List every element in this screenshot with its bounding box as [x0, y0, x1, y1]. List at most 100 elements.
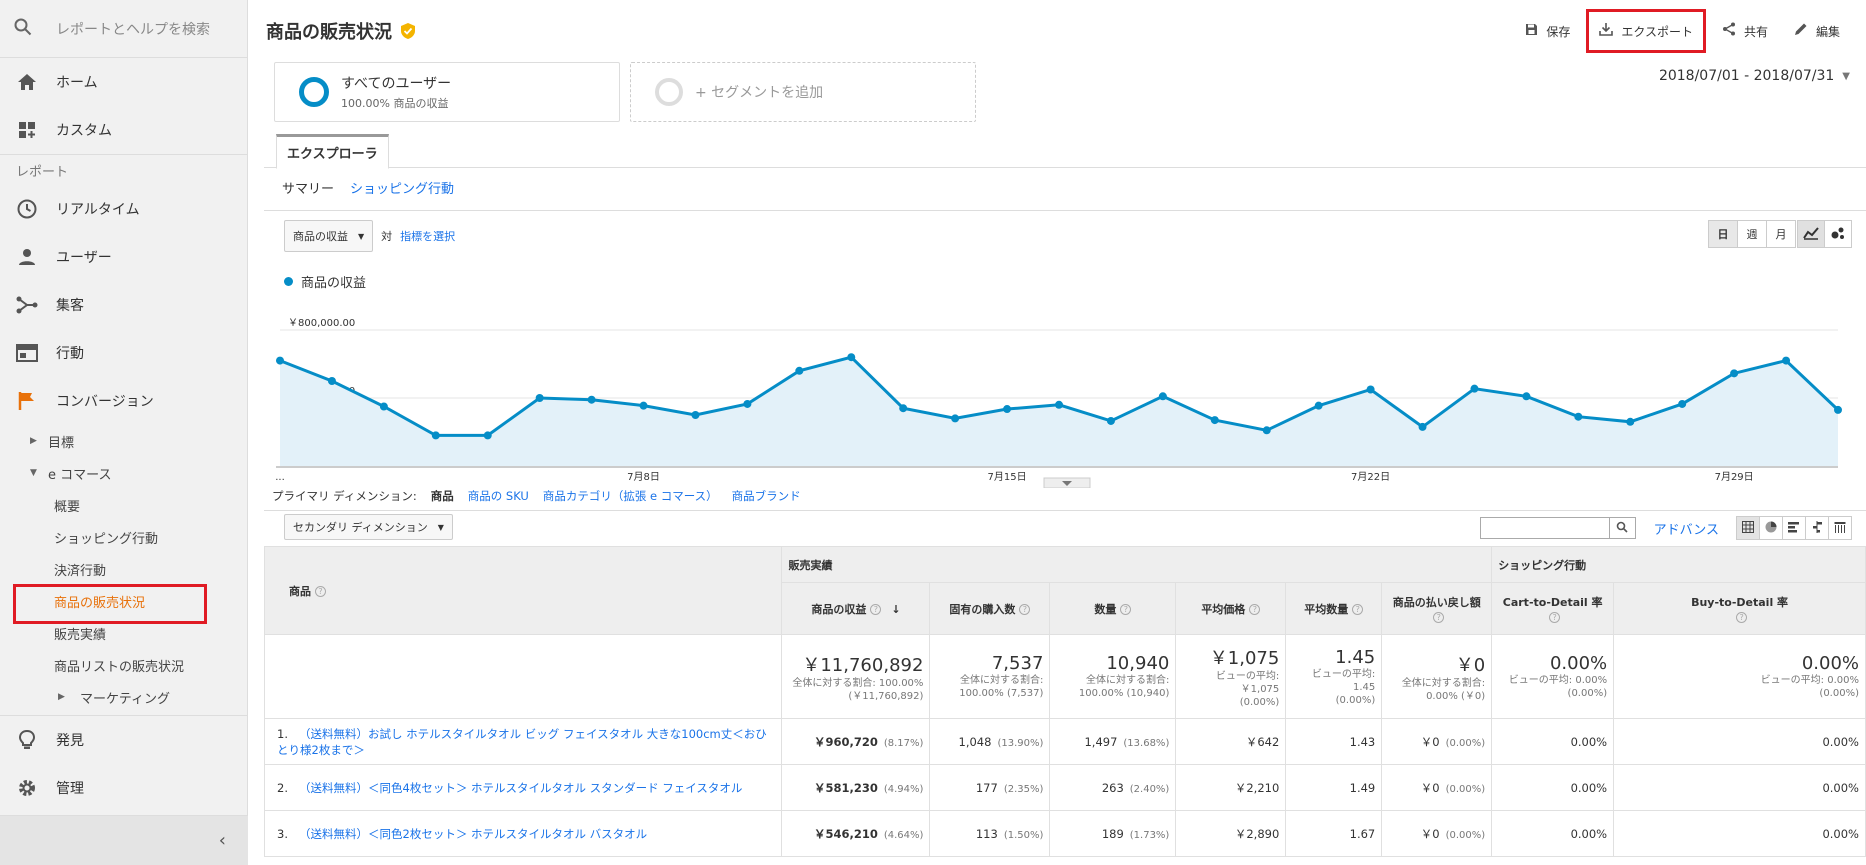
floppy-icon — [1525, 23, 1538, 40]
export-button[interactable]: エクスポート — [1586, 9, 1706, 53]
granularity-month-button[interactable]: 月 — [1766, 220, 1796, 248]
cart-detail-cell: 0.00% — [1491, 810, 1615, 857]
table-search-button[interactable] — [1608, 518, 1635, 538]
segment-all-users[interactable]: すべてのユーザー 100.00% 商品の収益 — [274, 62, 620, 122]
col-avg-price-header[interactable]: 平均価格? — [1175, 582, 1287, 635]
col-quantity-header[interactable]: 数量? — [1049, 582, 1177, 635]
row-index: 1. — [277, 726, 288, 741]
total-sub: ビューの平均: 1.45 — [1311, 668, 1376, 693]
product-link[interactable]: （送料無料）お試し ホテルスタイルタオル ビッグ フェイスタオル 大きな100c… — [277, 727, 767, 757]
legend-label: 商品の収益 — [301, 276, 367, 291]
dimension-sku[interactable]: 商品の SKU — [468, 488, 529, 504]
col-product-header[interactable]: 商品? — [263, 546, 783, 635]
table-search-input[interactable] — [1479, 517, 1636, 539]
sidebar-item-sales-performance[interactable]: 販売実績 — [0, 617, 247, 649]
sidebar-item-marketing[interactable]: ▶ マーケティング — [0, 681, 247, 713]
date-range-picker[interactable]: 2018/07/01 - 2018/07/31 ▼ — [1659, 68, 1850, 84]
subtab-summary[interactable]: サマリー — [282, 178, 334, 197]
metric-controls: 商品の収益 ▼ 対 指標を選択 — [284, 220, 455, 252]
total-sub: (0.00%) — [1335, 694, 1376, 706]
pie-icon — [1765, 521, 1777, 536]
verified-shield-icon — [400, 22, 416, 40]
view-data-button[interactable] — [1736, 516, 1760, 540]
data-point — [483, 431, 492, 440]
revenue-pct: (4.64%) — [883, 829, 924, 841]
view-pivot-button[interactable] — [1828, 516, 1852, 540]
purchases-value: 1,048 — [958, 734, 992, 749]
sidebar-item-home[interactable]: ホーム — [0, 58, 247, 106]
select-metric-link[interactable]: 指標を選択 — [400, 228, 455, 244]
avg-qty-cell: 1.49 — [1285, 764, 1383, 811]
row-index: 2. — [277, 780, 288, 795]
dimension-category[interactable]: 商品カテゴリ（拡張 e コマース） — [543, 488, 718, 504]
dimension-product[interactable]: 商品 — [431, 488, 454, 504]
col-purchases-header[interactable]: 固有の購入数? — [929, 582, 1051, 635]
product-link[interactable]: （送料無料）＜同色2枚セット＞ ホテルスタイルタオル バスタオル — [299, 827, 647, 841]
motion-chart-button[interactable] — [1824, 220, 1852, 248]
data-point — [1574, 412, 1583, 421]
quantity-cell: 1,497 (13.68%) — [1049, 718, 1177, 765]
purchases-cell: 113 (1.50%) — [929, 810, 1051, 857]
col-cart-detail-header[interactable]: Cart-to-Detail 率? — [1491, 582, 1615, 635]
granularity-day-button[interactable]: 日 — [1708, 220, 1738, 248]
col-refund-header[interactable]: 商品の払い戻し額? — [1381, 582, 1493, 635]
sidebar-search[interactable]: レポートとヘルプを検索 — [0, 0, 247, 58]
sidebar-item-realtime[interactable]: リアルタイム — [0, 185, 247, 233]
sidebar-item-ecommerce[interactable]: ▼ e コマース — [0, 457, 247, 489]
col-label: 商品の収益 — [811, 602, 867, 616]
totals-row: ￥11,760,892 全体に対する割合: 100.00% (￥11,760,892… — [263, 634, 1866, 719]
line-chart-button[interactable] — [1797, 220, 1825, 248]
col-revenue-header[interactable]: 商品の収益? ↓ — [781, 582, 931, 635]
gear-icon — [14, 777, 40, 799]
edit-button[interactable]: 編集 — [1784, 9, 1850, 53]
collapse-sidebar-button[interactable]: ‹ — [0, 815, 248, 865]
purchases-pct: (1.50%) — [1003, 829, 1044, 841]
product-link[interactable]: （送料無料）＜同色4枚セット＞ ホテルスタイルタオル スタンダード フェイスタオ… — [299, 781, 742, 795]
data-point — [899, 404, 908, 413]
share-button[interactable]: 共有 — [1712, 9, 1778, 53]
group-sales-header: 販売実績 — [781, 546, 1493, 583]
total-sub: 100.00% (7,537) — [959, 688, 1044, 699]
save-button[interactable]: 保存 — [1515, 9, 1580, 53]
granularity-week-button[interactable]: 週 — [1737, 220, 1767, 248]
col-avg-qty-header[interactable]: 平均数量? — [1285, 582, 1383, 635]
export-label: エクスポート — [1621, 24, 1693, 39]
sidebar-item-acquisition[interactable]: 集客 — [0, 281, 247, 329]
tab-explorer[interactable]: エクスプローラ — [276, 134, 389, 169]
add-segment-label: + セグメントを追加 — [695, 85, 824, 101]
help-icon: ? — [1019, 604, 1031, 615]
save-label: 保存 — [1546, 24, 1571, 39]
view-comparison-button[interactable] — [1805, 516, 1829, 540]
sidebar-item-admin[interactable]: 管理 — [0, 764, 247, 812]
view-percentage-button[interactable] — [1759, 516, 1783, 540]
lightbulb-icon — [14, 729, 40, 751]
avg-qty-cell: 1.67 — [1285, 810, 1383, 857]
secondary-dimension-dropdown[interactable]: セカンダリ ディメンション ▼ — [284, 514, 453, 540]
sidebar-item-shopping-behavior[interactable]: ショッピング行動 — [0, 521, 247, 553]
sidebar-item-product-list-performance[interactable]: 商品リストの販売状況 — [0, 649, 247, 681]
sidebar-item-users[interactable]: ユーザー — [0, 233, 247, 281]
sidebar-item-checkout-behavior[interactable]: 決済行動 — [0, 553, 247, 585]
sidebar-item-discover[interactable]: 発見 — [0, 716, 247, 764]
sidebar-item-behavior[interactable]: 行動 — [0, 329, 247, 377]
totals-cell: 1.45 ビューの平均: 1.45 (0.00%) — [1285, 634, 1383, 719]
revenue-value: ￥581,230 — [813, 780, 878, 795]
buy-detail-cell: 0.00% — [1613, 764, 1866, 811]
help-icon: ? — [1249, 604, 1261, 615]
table-row: 2. （送料無料）＜同色4枚セット＞ ホテルスタイルタオル スタンダード フェイス… — [263, 764, 1866, 811]
advanced-filter-link[interactable]: アドバンス — [1654, 519, 1719, 538]
subtab-shopping-behavior[interactable]: ショッピング行動 — [350, 178, 454, 197]
totals-label-cell — [263, 634, 783, 719]
dimension-brand[interactable]: 商品ブランド — [732, 488, 801, 504]
add-segment-button[interactable]: + セグメントを追加 — [630, 62, 976, 122]
quantity-value: 263 — [1101, 780, 1124, 795]
col-buy-detail-header[interactable]: Buy-to-Detail 率? — [1613, 582, 1866, 635]
sidebar-item-product-performance[interactable]: 商品の販売状況 — [0, 585, 247, 617]
sidebar-item-custom[interactable]: カスタム — [0, 106, 247, 154]
view-performance-button[interactable] — [1782, 516, 1806, 540]
sidebar-item-goals[interactable]: ▶ 目標 — [0, 425, 247, 457]
data-point — [743, 399, 752, 408]
metric-dropdown[interactable]: 商品の収益 ▼ — [284, 220, 374, 252]
sidebar-item-conversion[interactable]: コンバージョン — [0, 377, 247, 425]
sidebar-item-overview[interactable]: 概要 — [0, 489, 247, 521]
